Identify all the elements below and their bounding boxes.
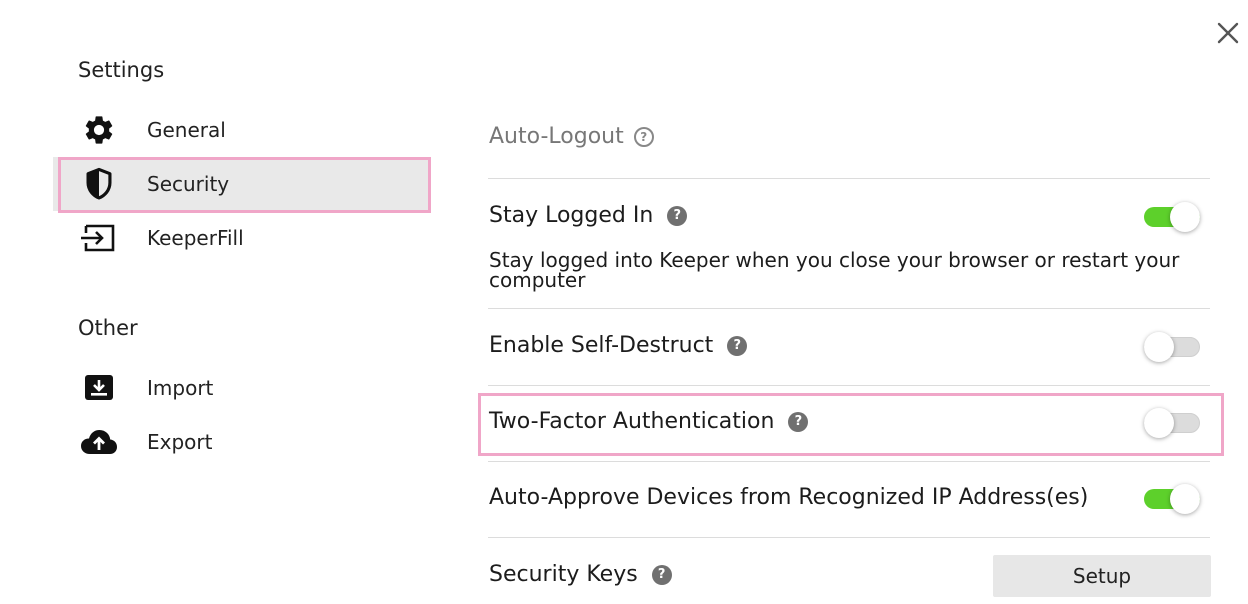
close-button[interactable]: [1213, 18, 1243, 48]
divider: [488, 385, 1210, 386]
sidebar-item-label: General: [147, 118, 226, 142]
setting-label-security-keys: Security Keys ?: [489, 562, 672, 587]
toggle-knob: [1170, 484, 1200, 514]
settings-heading: Settings: [78, 58, 165, 82]
close-icon: [1217, 22, 1239, 44]
sidebar-item-label: Security: [147, 172, 230, 196]
page-title: Auto-Logout ?: [489, 124, 654, 149]
setting-label-stay-logged-in: Stay Logged In ?: [489, 203, 688, 228]
help-icon[interactable]: ?: [727, 335, 748, 356]
setting-label-text: Stay Logged In: [489, 203, 654, 228]
setting-label-text: Two-Factor Authentication: [489, 409, 775, 434]
sidebar-item-keeperfill[interactable]: KeeperFill: [53, 211, 431, 265]
divider: [488, 537, 1210, 538]
sidebar-item-import[interactable]: Import: [53, 361, 431, 415]
help-icon[interactable]: ?: [651, 564, 672, 585]
shield-icon: [79, 164, 119, 204]
cloud-upload-icon: [79, 422, 119, 462]
help-icon[interactable]: ?: [633, 126, 654, 147]
setting-label-text: Security Keys: [489, 562, 638, 587]
two-factor-toggle[interactable]: [1144, 407, 1202, 438]
setting-description: Stay logged into Keeper when you close y…: [489, 248, 1180, 292]
page-title-text: Auto-Logout: [489, 124, 624, 149]
divider: [488, 461, 1210, 462]
sidebar-item-label: KeeperFill: [147, 226, 244, 250]
setting-label-text: Auto-Approve Devices from Recognized IP …: [489, 485, 1089, 510]
sidebar-item-export[interactable]: Export: [53, 415, 431, 469]
divider: [488, 308, 1210, 309]
keeperfill-icon: [79, 218, 119, 258]
sidebar-item-label: Import: [147, 376, 214, 400]
sidebar-item-general[interactable]: General: [53, 103, 431, 157]
setting-label-self-destruct: Enable Self-Destruct ?: [489, 333, 748, 358]
gear-icon: [79, 110, 119, 150]
help-icon[interactable]: ?: [788, 411, 809, 432]
other-heading: Other: [78, 316, 138, 340]
stay-logged-in-toggle[interactable]: [1144, 201, 1202, 232]
toggle-knob: [1144, 408, 1174, 438]
import-icon: [79, 368, 119, 408]
setting-label-auto-approve: Auto-Approve Devices from Recognized IP …: [489, 485, 1088, 510]
divider: [488, 178, 1210, 179]
help-icon[interactable]: ?: [667, 205, 688, 226]
toggle-knob: [1170, 202, 1200, 232]
sidebar-item-label: Export: [147, 430, 213, 454]
setting-label-text: Enable Self-Destruct: [489, 333, 714, 358]
self-destruct-toggle[interactable]: [1144, 331, 1202, 362]
toggle-knob: [1144, 332, 1174, 362]
setup-button[interactable]: Setup: [993, 555, 1211, 597]
sidebar-item-security[interactable]: Security: [53, 157, 431, 211]
setting-label-two-factor: Two-Factor Authentication ?: [489, 409, 809, 434]
auto-approve-toggle[interactable]: [1144, 483, 1202, 514]
